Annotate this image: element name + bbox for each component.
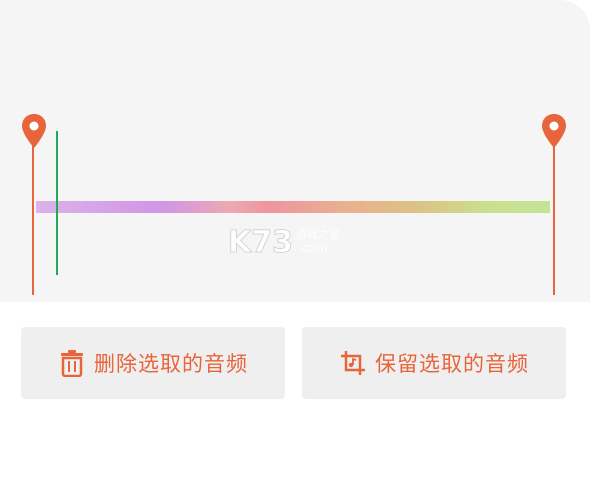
start-marker-line[interactable] <box>32 146 34 295</box>
trash-icon <box>61 350 83 377</box>
crop-icon <box>341 351 365 375</box>
delete-selection-label: 删除选取的音频 <box>94 352 248 376</box>
keep-selection-button[interactable]: 保留选取的音频 <box>302 327 566 399</box>
audio-editor: K73 游戏之家 .com 删除选取的音频 保留选取的音频 <box>0 0 591 481</box>
keep-selection-label: 保留选取的音频 <box>375 352 529 376</box>
svg-text:K73: K73 <box>228 225 293 260</box>
waveform-center-band <box>36 201 550 213</box>
svg-text:游戏之家: 游戏之家 <box>296 227 340 241</box>
waveform-panel[interactable]: K73 游戏之家 .com <box>0 0 590 302</box>
end-marker-pin-icon[interactable] <box>542 114 566 148</box>
end-marker-line[interactable] <box>553 146 555 295</box>
start-marker-pin-icon[interactable] <box>22 114 46 148</box>
playhead-cursor[interactable] <box>56 131 58 275</box>
delete-selection-button[interactable]: 删除选取的音频 <box>21 327 285 399</box>
k73-watermark-logo: K73 游戏之家 .com <box>228 225 340 261</box>
svg-text:.com: .com <box>298 241 327 255</box>
